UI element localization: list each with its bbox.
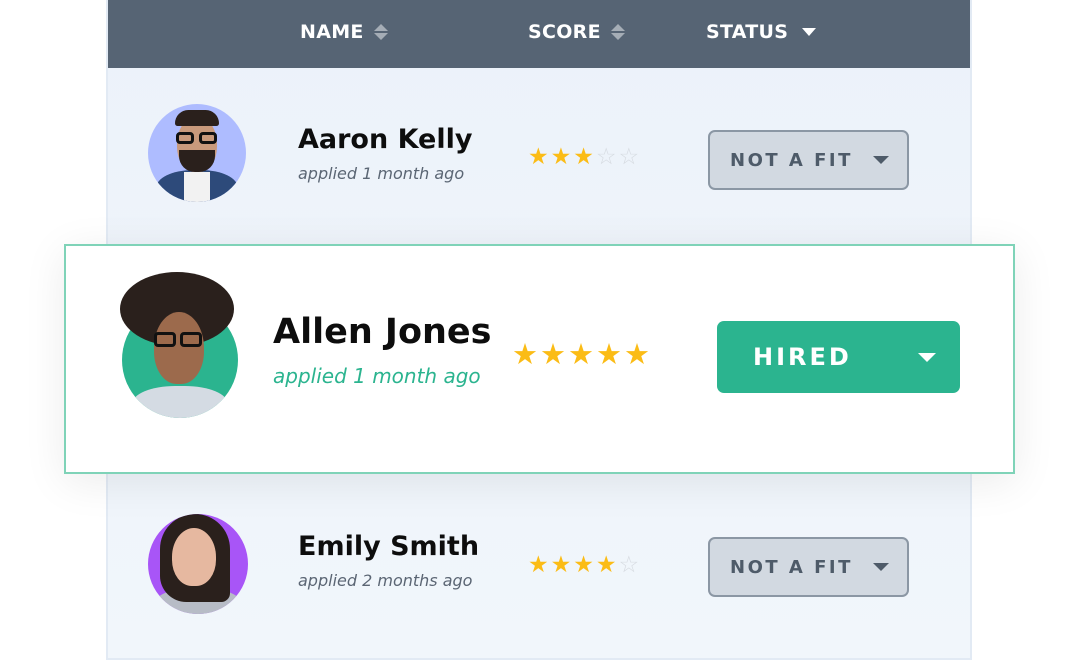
applied-date: applied 1 month ago (298, 164, 465, 183)
column-header-status[interactable]: STATUS (706, 21, 817, 43)
column-header-score-label: SCORE (528, 21, 601, 43)
star-filled-icon[interactable]: ★ (528, 554, 549, 577)
sort-icon[interactable] (610, 24, 625, 40)
column-header-score[interactable]: SCORE (528, 21, 625, 43)
star-filled-icon[interactable]: ★ (596, 340, 622, 369)
avatar (120, 272, 238, 418)
star-empty-icon[interactable]: ☆ (596, 146, 617, 169)
star-filled-icon[interactable]: ★ (528, 146, 549, 169)
star-filled-icon[interactable]: ★ (512, 340, 538, 369)
star-rating[interactable]: ★ ★ ★ ★ ★ (512, 340, 652, 369)
caret-down-icon (873, 156, 889, 164)
caret-down-icon (873, 563, 889, 571)
column-header-name-label: NAME (300, 21, 364, 43)
applied-date: applied 2 months ago (298, 571, 473, 590)
status-label: NOT A FIT (730, 149, 853, 171)
star-rating[interactable]: ★ ★ ★ ★ ☆ (528, 554, 641, 577)
status-dropdown[interactable]: NOT A FIT (708, 130, 909, 190)
star-filled-icon[interactable]: ★ (568, 340, 594, 369)
column-header-status-label: STATUS (706, 21, 789, 43)
sort-icon[interactable] (373, 24, 388, 40)
star-rating[interactable]: ★ ★ ★ ☆ ☆ (528, 146, 641, 169)
table-row[interactable]: Aaron Kelly applied 1 month ago ★ ★ ★ ☆ ☆ NO… (108, 68, 970, 244)
star-empty-icon[interactable]: ☆ (619, 146, 640, 169)
status-dropdown[interactable]: NOT A FIT (708, 537, 909, 597)
applied-date: applied 1 month ago (273, 364, 481, 388)
table-header: NAME SCORE STATUS (108, 0, 970, 68)
candidate-name[interactable]: Allen Jones (273, 312, 491, 352)
avatar (148, 104, 246, 202)
table-row[interactable]: Emily Smith applied 2 months ago ★ ★ ★ ★ ☆ N… (108, 474, 970, 658)
avatar (148, 514, 248, 614)
star-filled-icon[interactable]: ★ (573, 146, 594, 169)
star-filled-icon[interactable]: ★ (624, 340, 650, 369)
star-filled-icon[interactable]: ★ (596, 554, 617, 577)
star-filled-icon[interactable]: ★ (540, 340, 566, 369)
table-row-highlighted[interactable]: Allen Jones applied 1 month ago ★ ★ ★ ★ ★ HI… (64, 244, 1015, 474)
star-empty-icon[interactable]: ☆ (619, 554, 640, 577)
star-filled-icon[interactable]: ★ (551, 146, 572, 169)
caret-down-icon (918, 352, 936, 362)
caret-down-icon[interactable] (802, 28, 817, 36)
candidate-name[interactable]: Aaron Kelly (298, 124, 472, 155)
status-label: NOT A FIT (730, 556, 853, 578)
column-header-name[interactable]: NAME (300, 21, 388, 43)
status-dropdown[interactable]: HIRED (717, 321, 960, 393)
star-filled-icon[interactable]: ★ (573, 554, 594, 577)
star-filled-icon[interactable]: ★ (551, 554, 572, 577)
status-label: HIRED (753, 343, 852, 371)
candidate-name[interactable]: Emily Smith (298, 531, 479, 562)
